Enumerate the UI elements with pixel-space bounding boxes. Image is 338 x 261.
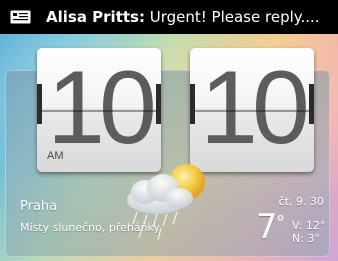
flip-hinge [309,84,314,124]
notification-text: Alisa Pritts: Urgent! Please reply.... [46,8,320,26]
notification-message: Urgent! Please reply.... [149,8,320,26]
mail-icon [10,10,31,24]
high-low-temperatures: V: 12° N: 3° [292,219,325,245]
low-temperature: N: 3° [292,232,320,245]
hour-digits: 10 [47,50,157,166]
flip-divider [37,110,161,112]
minute-card[interactable]: 10 [190,48,314,172]
ampm-label: AM [47,150,64,162]
weather-date: čt, 9. 30 [278,195,324,208]
weather-city: Praha [20,199,58,214]
weather-condition: Místy slunečno, přeháňky [20,221,161,234]
high-temperature: V: 12° [292,219,326,232]
minute-digits: 10 [200,50,310,166]
status-bar[interactable]: Alisa Pritts: Urgent! Please reply.... [0,0,338,34]
hour-card[interactable]: 10 AM [37,48,161,172]
flip-hinge [156,84,161,124]
flip-hinge [190,84,195,124]
current-temperature: 7 [256,207,278,247]
degree-symbol: ° [276,212,285,233]
notification-sender: Alisa Pritts: [46,8,145,26]
flip-hinge [37,84,42,124]
flip-divider [190,110,314,112]
